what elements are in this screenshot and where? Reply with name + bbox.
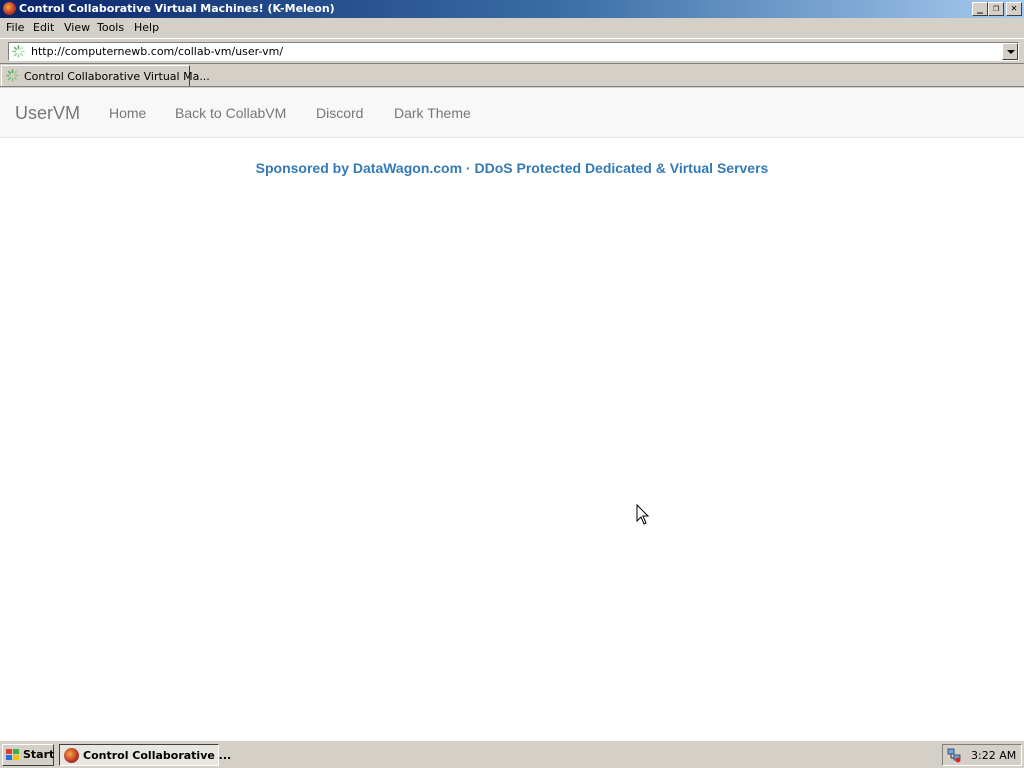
nav-dark-theme[interactable]: Dark Theme: [394, 105, 471, 121]
brand-link[interactable]: UserVM: [15, 103, 80, 124]
menu-view[interactable]: View: [64, 21, 90, 34]
mouse-cursor-icon: [636, 504, 650, 525]
address-bar: http://computernewb.com/collab-vm/user-v…: [0, 38, 1024, 64]
nav-discord[interactable]: Discord: [316, 105, 363, 121]
url-input[interactable]: http://computernewb.com/collab-vm/user-v…: [8, 42, 1019, 61]
minimize-button[interactable]: _: [972, 2, 988, 16]
taskbar-item-browser[interactable]: Control Collaborative ...: [59, 744, 231, 766]
sponsor-link[interactable]: Sponsored by DataWagon.com · DDoS Protec…: [0, 160, 1024, 176]
close-button[interactable]: ✕: [1006, 2, 1022, 16]
tab-bar: Control Collaborative Virtual Ma...: [0, 64, 1024, 87]
nav-back-to-collabvm[interactable]: Back to CollabVM: [175, 105, 286, 121]
title-bar[interactable]: Control Collaborative Virtual Machines! …: [0, 0, 1024, 18]
url-dropdown-button[interactable]: [1002, 43, 1018, 60]
tab-loading-icon: [6, 69, 19, 82]
start-label: Start: [23, 748, 55, 761]
loading-spinner-icon: [12, 45, 25, 58]
network-status-icon[interactable]: [947, 748, 962, 763]
nav-home[interactable]: Home: [109, 105, 146, 121]
page-content: UserVM Home Back to CollabVM Discord Dar…: [0, 88, 1024, 740]
menu-tools[interactable]: Tools: [97, 21, 124, 34]
start-button[interactable]: Start: [2, 744, 54, 766]
browser-window: Control Collaborative Virtual Machines! …: [0, 0, 1024, 740]
menu-edit[interactable]: Edit: [33, 21, 54, 34]
k-meleon-app-icon[interactable]: [3, 2, 16, 15]
menu-file[interactable]: File: [6, 21, 24, 34]
window-title: Control Collaborative Virtual Machines! …: [19, 2, 335, 15]
k-meleon-task-icon: [64, 748, 79, 763]
windows-logo-icon: [6, 749, 19, 760]
maximize-button[interactable]: ❐: [988, 2, 1004, 16]
menu-help[interactable]: Help: [134, 21, 159, 34]
tab-label: Control Collaborative Virtual Ma...: [24, 70, 210, 83]
taskbar-item-label: Control Collaborative ...: [83, 749, 232, 762]
menu-bar: File Edit View Tools Help: [0, 18, 1024, 38]
taskbar: Start Control Collaborative ... 3:22 AM: [0, 740, 1024, 768]
tab-control-collaborative[interactable]: Control Collaborative Virtual Ma...: [1, 65, 210, 86]
system-tray: 3:22 AM: [942, 744, 1022, 766]
url-text[interactable]: http://computernewb.com/collab-vm/user-v…: [31, 45, 283, 58]
clock[interactable]: 3:22 AM: [971, 749, 1016, 762]
site-navbar: UserVM Home Back to CollabVM Discord Dar…: [0, 88, 1024, 138]
